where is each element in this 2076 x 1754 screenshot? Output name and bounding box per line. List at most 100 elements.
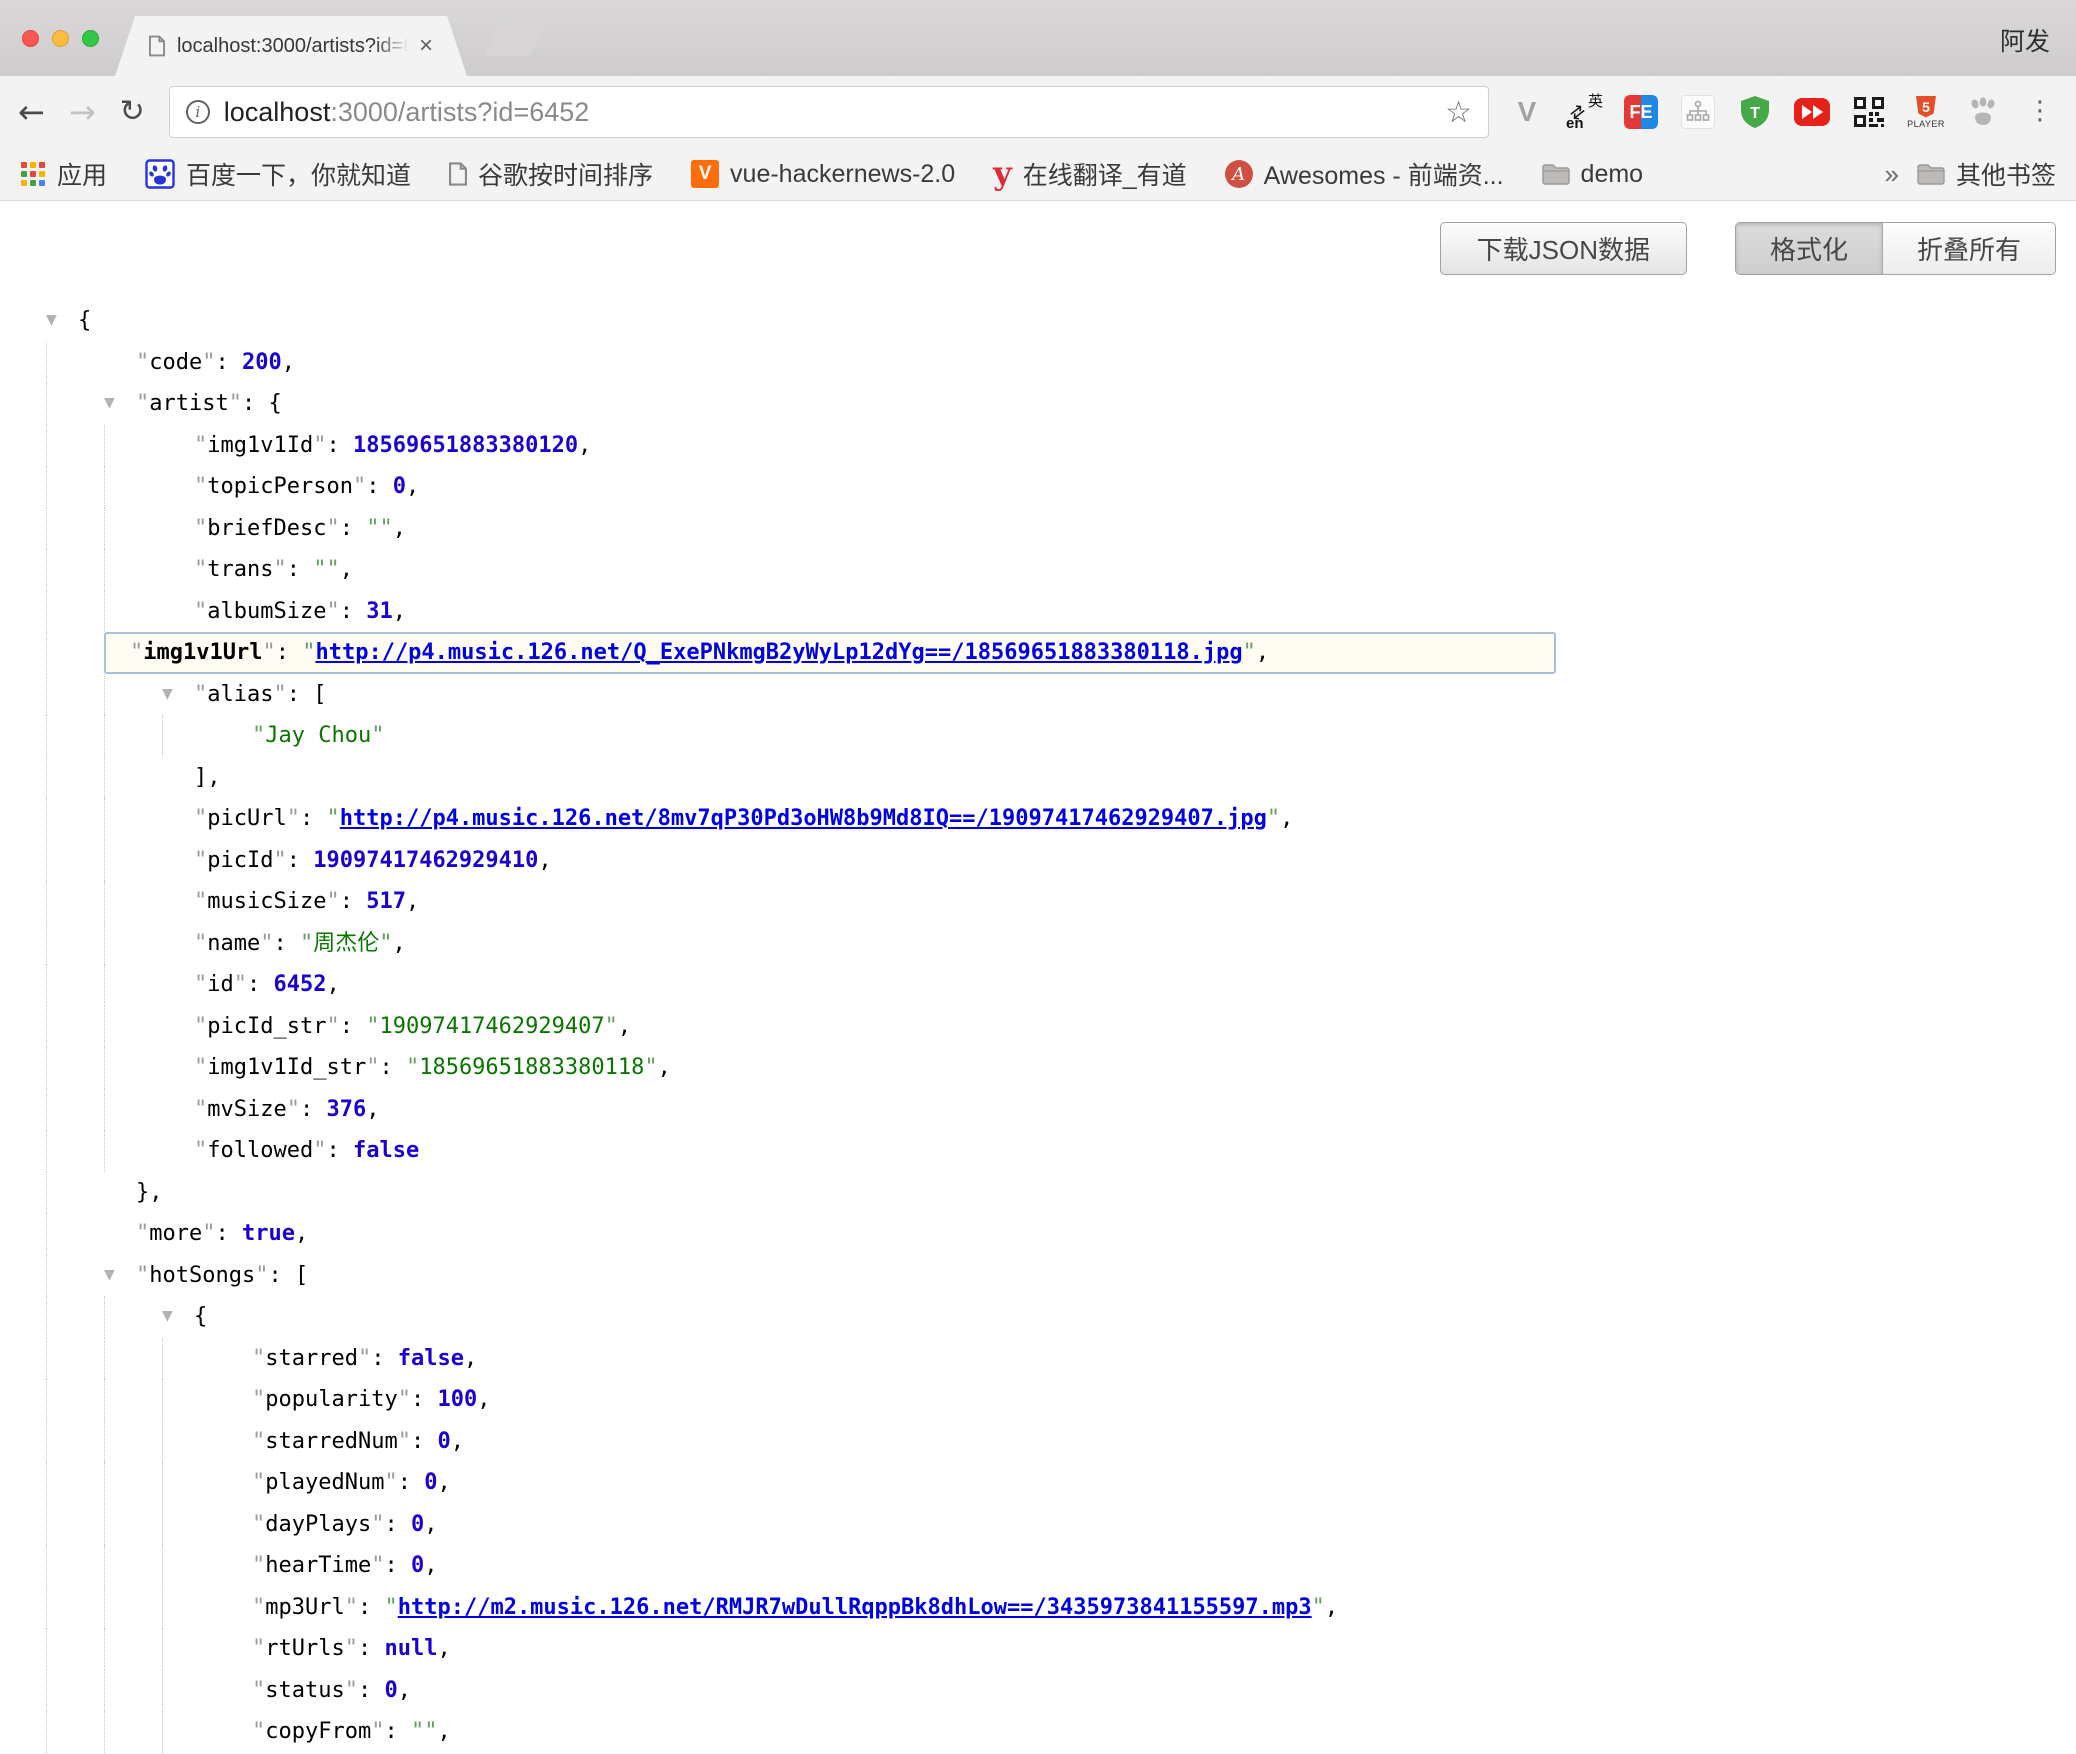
back-button[interactable]: ← [18,96,45,128]
json-quote: " [398,1429,411,1454]
download-json-button[interactable]: 下载JSON数据 [1440,222,1687,275]
json-key: img1v1Url [143,640,262,665]
json-line: "musicSize": 517, [0,881,2076,923]
json-quote: " [326,806,339,831]
json-line-content: "artist": { [136,383,282,425]
bookmarks-overflow-chevron[interactable]: » [1885,159,1899,190]
collapse-toggle-icon[interactable]: ▼ [46,300,78,342]
json-line: ], [0,757,2076,799]
json-viewer-actions: 下载JSON数据 格式化 折叠所有 [1440,222,2056,275]
page-info-icon[interactable]: i [186,100,210,124]
browser-tab[interactable]: localhost:3000/artists?id=645 × [115,16,467,76]
json-link[interactable]: http://p4.music.126.net/Q_ExePNkmgB2yWyL… [315,640,1242,665]
json-quote: " [605,1014,618,1039]
collapse-toggle-icon [162,923,194,965]
collapse-toggle-icon[interactable]: ▼ [104,1255,136,1297]
bookmark-star-icon[interactable]: ☆ [1445,95,1472,130]
collapse-toggle-icon[interactable]: ▼ [162,1296,194,1338]
svg-text:T: T [1750,105,1760,122]
close-window-button[interactable] [22,30,39,47]
indent-guide [162,1462,220,1504]
json-punctuation: , [366,1097,379,1122]
bookmark-apps[interactable]: 应用 [20,156,107,192]
address-bar[interactable]: i localhost:3000/artists?id=6452 ☆ [169,86,1489,138]
json-punctuation: : [366,474,393,499]
indent-guide [104,591,162,633]
vue-devtools-icon[interactable]: V [1509,94,1545,130]
bookmark-youdao[interactable]: y 在线翻译_有道 [993,156,1187,192]
reload-button[interactable]: ↻ [120,97,145,127]
indent-guide [104,425,162,467]
json-line: }, [0,1172,2076,1214]
translate-extension-icon[interactable]: 英 ⇄ en [1566,94,1602,130]
zoom-window-button[interactable] [82,30,99,47]
json-link[interactable]: http://p4.music.126.net/8mv7qP30Pd3oHW8b… [340,806,1267,831]
json-quote: " [371,1553,384,1578]
bookmark-google-sort[interactable]: 谷歌按时间排序 [449,156,653,192]
other-bookmarks-folder[interactable]: 其他书签 [1917,156,2056,192]
indent-guide [46,1504,104,1546]
json-punctuation: , [424,1512,437,1537]
sitemap-extension-icon[interactable] [1680,94,1716,130]
json-punctuation: : [358,1678,385,1703]
json-line: "followed": false [0,1130,2076,1172]
indent-guide [104,1670,162,1712]
json-key: trans [207,557,273,582]
json-line: "img1v1Url": "http://p4.music.126.net/Q_… [0,632,2076,674]
json-quote: " [424,1719,437,1744]
indent-guide [162,1670,220,1712]
json-line-content: "rtUrls": null, [252,1628,451,1670]
json-punctuation: , [658,1055,671,1080]
indent-guide [104,508,162,550]
json-quote: " [194,1014,207,1039]
collapse-toggle-icon[interactable]: ▼ [104,383,136,425]
json-line-content: "trans": "", [194,549,353,591]
html5-player-icon[interactable]: 5 PLAYER [1908,94,1944,130]
indent-guide [104,757,162,799]
indent-guide [46,1338,104,1380]
qr-code-icon[interactable] [1851,94,1887,130]
close-tab-icon[interactable]: × [419,34,433,58]
indent-guide [46,1711,104,1753]
collapse-toggle-icon [220,1379,252,1421]
format-button[interactable]: 格式化 [1736,223,1882,274]
bookmark-awesomes[interactable]: A Awesomes - 前端资... [1225,156,1504,192]
json-link[interactable]: http://m2.music.126.net/RMJR7wDullRqppBk… [398,1595,1312,1620]
bookmark-baidu[interactable]: 百度一下，你就知道 [145,156,411,192]
video-fastforward-icon[interactable] [1794,94,1830,130]
fe-helper-icon[interactable]: FE [1623,94,1659,130]
indent-guide [46,1255,104,1297]
json-key: followed [207,1138,313,1163]
json-punctuation: : [287,557,314,582]
bookmark-label: demo [1581,160,1644,189]
bookmark-vue-hackernews[interactable]: V vue-hackernews-2.0 [691,160,955,189]
collapse-toggle-icon [162,798,194,840]
collapse-toggle-icon [220,1545,252,1587]
collapse-toggle-icon [220,1587,252,1629]
profile-name[interactable]: 阿发 [2000,22,2050,58]
json-punctuation: { [78,308,91,333]
collapse-toggle-icon [220,1711,252,1753]
json-line: "name": "周杰伦", [0,923,2076,965]
new-tab-button[interactable] [484,22,546,56]
json-punctuation: : [276,640,303,665]
bookmark-folder-demo[interactable]: demo [1542,160,1644,189]
collapse-all-button[interactable]: 折叠所有 [1882,223,2055,274]
paw-extension-icon[interactable] [1965,94,2001,130]
indent-guide [104,1130,162,1172]
json-punctuation: , [1325,1595,1338,1620]
json-value: false [398,1346,464,1371]
minimize-window-button[interactable] [52,30,69,47]
json-punctuation: : [215,1221,242,1246]
collapse-toggle-icon[interactable]: ▼ [162,674,194,716]
tampermonkey-icon[interactable]: T [1737,94,1773,130]
url-text[interactable]: localhost:3000/artists?id=6452 [224,97,590,128]
json-quote: " [287,806,300,831]
json-punctuation: , [538,848,551,873]
json-quote: " [194,433,207,458]
json-punctuation: , [424,1553,437,1578]
browser-menu-icon[interactable]: ⋮ [2022,94,2058,130]
json-line-content: "albumSize": 31, [194,591,406,633]
json-punctuation: , [282,350,295,375]
page-icon [149,35,165,57]
